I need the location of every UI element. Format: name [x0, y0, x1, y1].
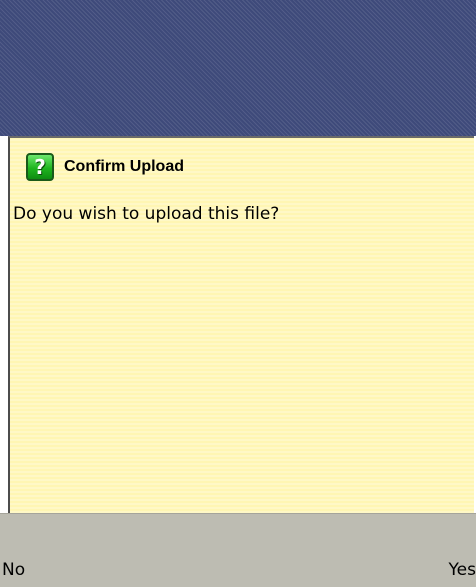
yes-button[interactable]: Yes [449, 560, 476, 580]
confirm-dialog: ? Confirm Upload Do you wish to upload t… [8, 136, 474, 513]
dialog-header: ? Confirm Upload [26, 152, 184, 182]
dialog-message: Do you wish to upload this file? [13, 204, 280, 224]
question-mark-glyph: ? [34, 155, 46, 179]
softkey-bar: No Yes [0, 513, 476, 587]
no-button[interactable]: No [2, 560, 25, 580]
background-pattern [0, 0, 476, 136]
question-icon: ? [26, 153, 54, 181]
dialog-title: Confirm Upload [64, 158, 184, 175]
